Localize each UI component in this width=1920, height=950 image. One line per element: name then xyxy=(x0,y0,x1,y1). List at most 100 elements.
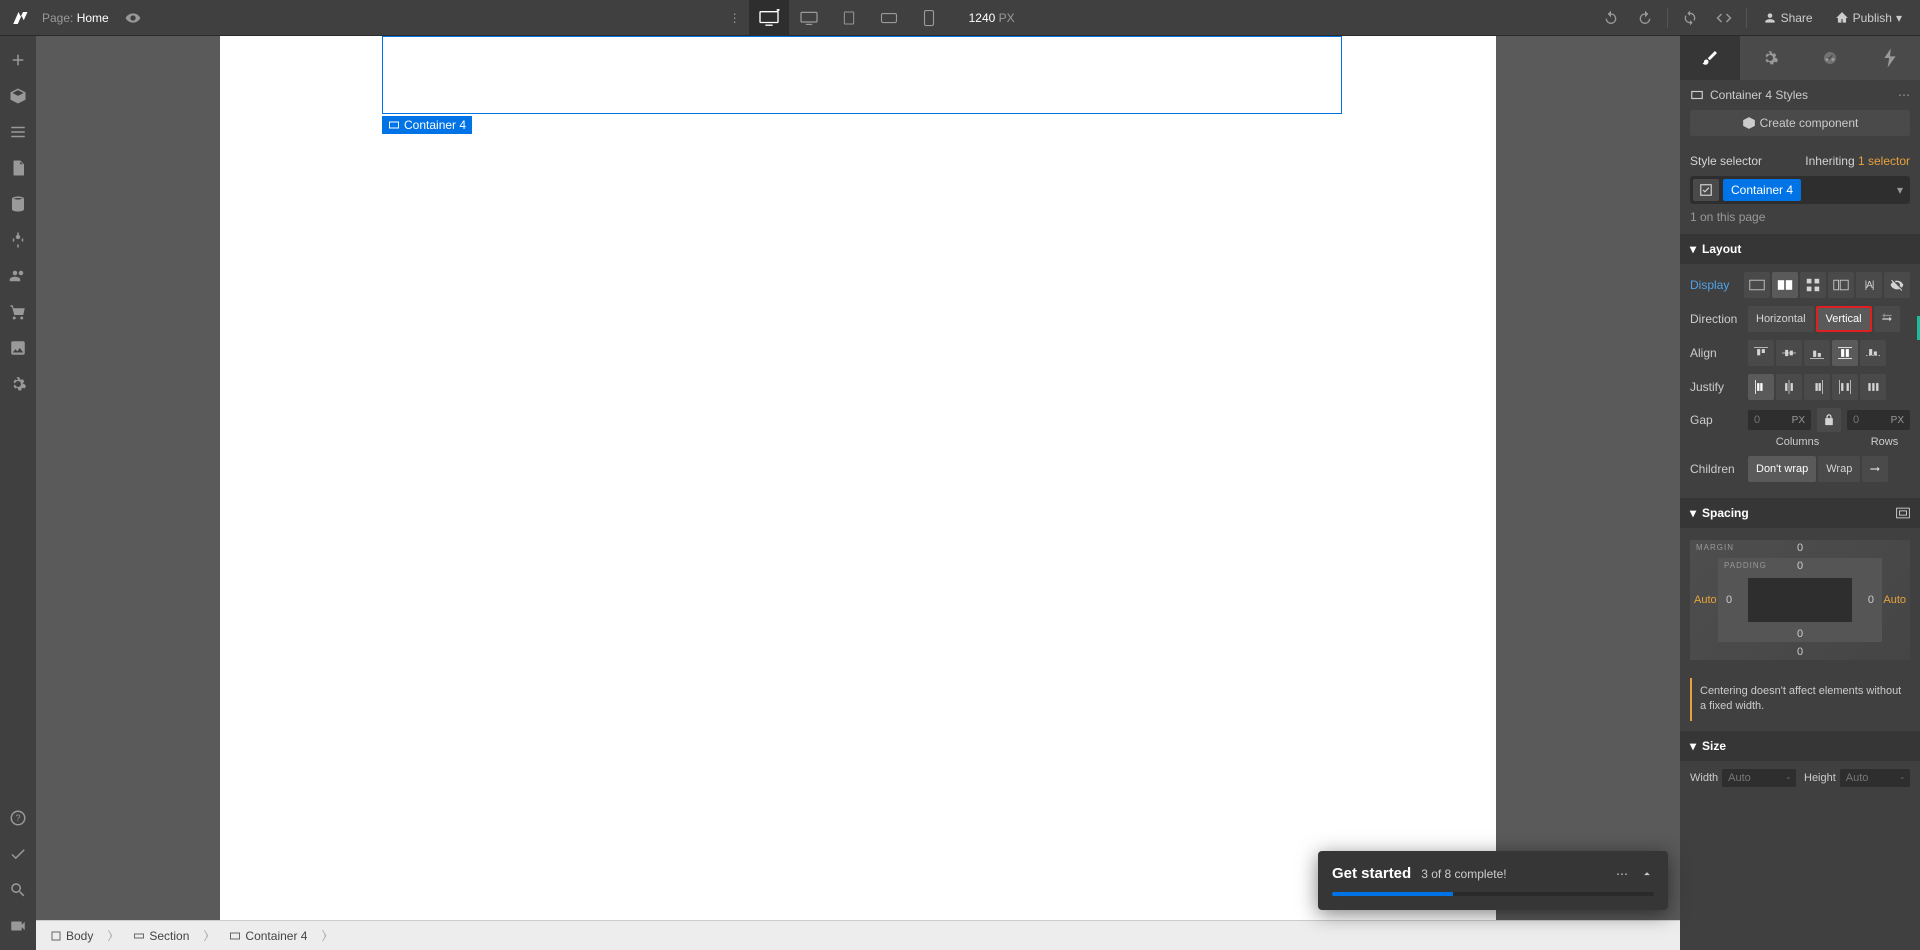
layout-section-header[interactable]: ▾ Layout xyxy=(1680,234,1920,264)
align-baseline-button[interactable] xyxy=(1860,340,1886,366)
settings-tab[interactable] xyxy=(1740,36,1800,80)
display-inline-block-button[interactable] xyxy=(1828,272,1854,298)
svg-text:?: ? xyxy=(15,813,20,823)
justify-label: Justify xyxy=(1690,380,1742,394)
search-button[interactable] xyxy=(4,876,32,904)
display-grid-button[interactable] xyxy=(1800,272,1826,298)
chevron-down-icon: ▾ xyxy=(1896,11,1902,25)
more-icon[interactable]: ⋮ xyxy=(729,11,741,25)
gap-label: Gap xyxy=(1690,413,1742,427)
justify-around-button[interactable] xyxy=(1860,374,1886,400)
gap-column-input[interactable]: PX xyxy=(1748,410,1811,430)
device-tablet-button[interactable] xyxy=(829,0,869,36)
create-component-button[interactable]: Create component xyxy=(1690,110,1910,136)
add-element-button[interactable] xyxy=(4,46,32,74)
padding-top-input[interactable]: 0 xyxy=(1797,560,1803,572)
share-button[interactable]: Share xyxy=(1753,0,1823,36)
undo-button[interactable] xyxy=(1595,0,1627,36)
sync-icon[interactable] xyxy=(1674,0,1706,36)
align-stretch-button[interactable] xyxy=(1832,340,1858,366)
display-flex-button[interactable] xyxy=(1772,272,1798,298)
breadcrumb-section[interactable]: Section xyxy=(123,925,199,947)
webflow-logo[interactable] xyxy=(8,6,32,30)
align-center-button[interactable] xyxy=(1776,340,1802,366)
width-label: Width xyxy=(1690,772,1718,784)
users-button[interactable] xyxy=(4,262,32,290)
display-label[interactable]: Display xyxy=(1690,278,1738,292)
children-nowrap-button[interactable]: Don't wrap xyxy=(1748,456,1816,482)
audit-button[interactable] xyxy=(4,840,32,868)
settings-button[interactable] xyxy=(4,370,32,398)
device-desktop-button[interactable] xyxy=(789,0,829,36)
selection-badge[interactable]: Container 4 xyxy=(382,116,472,134)
breadcrumb-container[interactable]: Container 4 xyxy=(219,925,317,947)
padding-left-input[interactable]: 0 xyxy=(1726,594,1732,606)
device-desktop-large-button[interactable]: ✦ xyxy=(749,0,789,36)
ecommerce-button[interactable] xyxy=(4,298,32,326)
direction-reverse-button[interactable] xyxy=(1874,306,1900,332)
caret-down-icon: ▾ xyxy=(1690,242,1696,256)
components-button[interactable] xyxy=(4,82,32,110)
code-icon[interactable] xyxy=(1708,0,1740,36)
help-button[interactable]: ? xyxy=(4,804,32,832)
spacing-expand-icon[interactable] xyxy=(1896,507,1910,519)
container-icon xyxy=(388,119,400,131)
height-input[interactable]: Auto- xyxy=(1840,769,1910,787)
selector-state-dropdown[interactable]: ▾ xyxy=(1893,179,1907,201)
canvas-width[interactable]: 1240 PX xyxy=(969,11,1015,25)
progress-bar xyxy=(1332,892,1654,896)
video-button[interactable] xyxy=(4,912,32,940)
assets-button[interactable] xyxy=(4,334,32,362)
page-label: Page: Home xyxy=(42,11,109,25)
display-block-button[interactable] xyxy=(1744,272,1770,298)
page-name[interactable]: Home xyxy=(77,11,109,25)
display-none-button[interactable] xyxy=(1884,272,1910,298)
panel-more-icon[interactable]: ⋯ xyxy=(1898,88,1910,102)
padding-right-input[interactable]: 0 xyxy=(1868,594,1874,606)
get-started-title: Get started xyxy=(1332,865,1411,882)
justify-start-button[interactable] xyxy=(1748,374,1774,400)
display-inline-button[interactable]: |A| xyxy=(1856,272,1882,298)
inheriting-label[interactable]: Inheriting 1 selector xyxy=(1805,154,1910,168)
spacing-section-header[interactable]: ▾ Spacing xyxy=(1680,498,1920,528)
navigator-button[interactable] xyxy=(4,118,32,146)
margin-top-input[interactable]: 0 xyxy=(1797,542,1803,554)
direction-label: Direction xyxy=(1690,312,1742,326)
style-tab[interactable] xyxy=(1680,36,1740,80)
children-reverse-button[interactable] xyxy=(1862,456,1888,482)
size-section-header[interactable]: ▾ Size xyxy=(1680,731,1920,761)
preview-eye-icon[interactable] xyxy=(125,10,141,26)
pages-button[interactable] xyxy=(4,154,32,182)
children-wrap-button[interactable]: Wrap xyxy=(1818,456,1860,482)
margin-left-input[interactable]: Auto xyxy=(1694,594,1717,606)
breadcrumb-body[interactable]: Body xyxy=(40,925,103,947)
device-mobile-landscape-button[interactable] xyxy=(869,0,909,36)
interactions-tab[interactable] xyxy=(1800,36,1860,80)
align-start-button[interactable] xyxy=(1748,340,1774,366)
device-mobile-button[interactable] xyxy=(909,0,949,36)
padding-bottom-input[interactable]: 0 xyxy=(1797,628,1803,640)
design-canvas[interactable]: Container 4 xyxy=(220,36,1496,920)
margin-right-input[interactable]: Auto xyxy=(1883,594,1906,606)
selected-element-outline[interactable]: Container 4 xyxy=(382,36,1342,114)
collapse-icon[interactable] xyxy=(1640,867,1654,881)
justify-between-button[interactable] xyxy=(1832,374,1858,400)
justify-center-button[interactable] xyxy=(1776,374,1802,400)
style-selector-input[interactable]: Container 4 ▾ xyxy=(1690,176,1910,204)
gap-row-input[interactable]: PX xyxy=(1847,410,1910,430)
width-input[interactable]: Auto- xyxy=(1722,769,1796,787)
effects-tab[interactable] xyxy=(1860,36,1920,80)
direction-vertical-button[interactable]: Vertical xyxy=(1816,306,1872,332)
publish-button[interactable]: Publish ▾ xyxy=(1825,0,1912,36)
redo-button[interactable] xyxy=(1629,0,1661,36)
direction-horizontal-button[interactable]: Horizontal xyxy=(1748,306,1814,332)
class-tag[interactable]: Container 4 xyxy=(1723,179,1801,201)
margin-bottom-input[interactable]: 0 xyxy=(1797,646,1803,658)
cms-button[interactable] xyxy=(4,190,32,218)
align-end-button[interactable] xyxy=(1804,340,1830,366)
logic-button[interactable] xyxy=(4,226,32,254)
selector-context-icon[interactable] xyxy=(1693,179,1719,201)
justify-end-button[interactable] xyxy=(1804,374,1830,400)
more-icon[interactable]: ⋯ xyxy=(1616,867,1628,881)
gap-lock-button[interactable] xyxy=(1817,408,1841,432)
